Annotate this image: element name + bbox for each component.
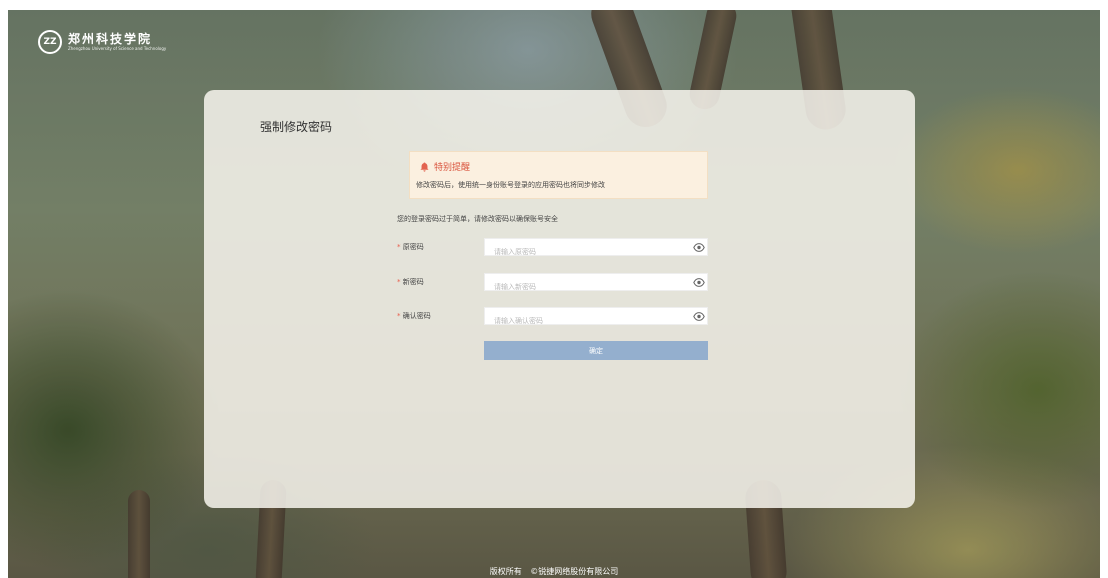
required-mark: * xyxy=(397,243,401,251)
password-change-card: 强制修改密码 特别提醒 修改密码后，使用统一身份账号登录的应用密码也将同步修改 … xyxy=(204,90,915,508)
footer-company: ©锐捷网络股份有限公司 xyxy=(530,567,619,576)
confirm-password-label: 确认密码 xyxy=(402,312,431,320)
notice-title: 特别提醒 xyxy=(434,163,471,173)
required-mark: * xyxy=(397,278,401,286)
eye-icon[interactable] xyxy=(693,312,705,321)
required-mark: * xyxy=(397,312,401,320)
new-password-row: * 新密码 xyxy=(397,273,711,295)
university-logo: ZZ 郑州科技学院 Zhengzhou University of Scienc… xyxy=(38,30,166,54)
eye-icon[interactable] xyxy=(693,243,705,252)
logo-name-en: Zhengzhou University of Science and Tech… xyxy=(68,45,167,51)
confirm-password-input[interactable] xyxy=(485,313,684,329)
old-password-field-box xyxy=(484,238,708,260)
notice-body: 修改密码后，使用统一身份账号登录的应用密码也将同步修改 xyxy=(416,181,605,189)
confirm-button[interactable]: 确定 xyxy=(484,341,708,360)
bell-icon xyxy=(420,162,429,172)
notice-box: 特别提醒 修改密码后，使用统一身份账号登录的应用密码也将同步修改 xyxy=(409,151,708,199)
footer-rights: 版权所有 xyxy=(489,567,522,576)
confirm-password-row: * 确认密码 xyxy=(397,307,711,329)
new-password-field-box xyxy=(484,273,708,295)
seal-icon: ZZ xyxy=(38,30,62,54)
old-password-label: 原密码 xyxy=(402,243,424,251)
page-title: 强制修改密码 xyxy=(260,120,333,134)
weak-password-hint: 您的登录密码过于简单，请修改密码以确保账号安全 xyxy=(397,215,558,223)
eye-icon[interactable] xyxy=(693,278,705,287)
old-password-input[interactable] xyxy=(485,244,684,260)
old-password-row: * 原密码 xyxy=(397,238,711,260)
new-password-input[interactable] xyxy=(485,279,684,295)
confirm-password-field-box xyxy=(484,307,708,329)
logo-name-cn: 郑州科技学院 xyxy=(68,31,153,46)
new-password-label: 新密码 xyxy=(402,278,424,286)
footer: 版权所有 ©锐捷网络股份有限公司 xyxy=(0,566,1108,577)
